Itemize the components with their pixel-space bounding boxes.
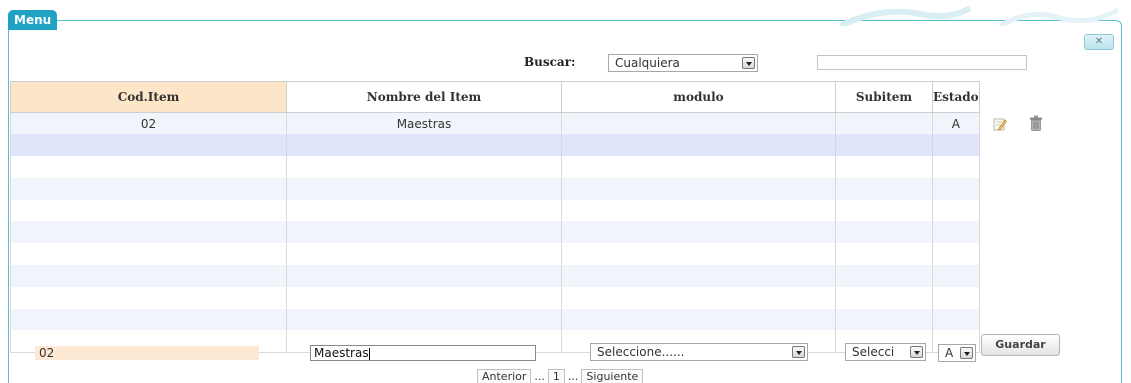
table-header-row: Cod.Item Nombre del Item modulo Subitem … [10, 81, 980, 113]
search-label: Buscar: [524, 55, 576, 69]
pagination: Anterior ... 1 ... Siguiente [477, 368, 644, 383]
table-row-empty [10, 265, 980, 287]
header-decoration [838, 6, 1120, 26]
trash-icon[interactable] [1029, 115, 1043, 131]
estado-select[interactable]: A [938, 344, 976, 362]
table-row-empty [10, 286, 980, 309]
cell-cod: 02 [10, 112, 287, 135]
prev-page-button[interactable]: Anterior [477, 368, 532, 383]
subitem-select-value: Selecci [852, 345, 895, 359]
column-header-subitem[interactable]: Subitem [835, 81, 933, 113]
estado-select-value: A [945, 346, 954, 360]
chevron-down-icon [792, 346, 805, 358]
column-header-cod-item[interactable]: Cod.Item [10, 81, 287, 113]
table-row-empty [10, 156, 980, 178]
table-row[interactable]: 02 Maestras A [10, 112, 980, 135]
page-number-button[interactable]: 1 [547, 368, 565, 383]
row-actions [993, 115, 1053, 133]
panel-title: Menu [8, 10, 58, 30]
edit-icon[interactable] [993, 117, 1007, 131]
modulo-select-value: Seleccione...... [597, 345, 685, 359]
cell-subitem [835, 112, 933, 135]
close-button[interactable]: ✕ [1084, 34, 1114, 50]
cod-item-field[interactable]: 02 [35, 346, 259, 360]
chevron-down-icon [960, 347, 973, 359]
table-row-empty [10, 221, 980, 244]
search-field-value: Cualquiera [615, 56, 680, 70]
items-table: Cod.Item Nombre del Item modulo Subitem … [10, 81, 980, 353]
nombre-item-value: Maestras [314, 346, 369, 360]
nombre-item-input[interactable]: Maestras [310, 345, 536, 361]
table-row-empty [10, 177, 980, 200]
cell-modulo [561, 112, 836, 135]
save-button[interactable]: Guardar [981, 334, 1060, 356]
column-header-estado[interactable]: Estado [932, 81, 980, 113]
table-row-empty [10, 243, 980, 266]
cell-estado: A [932, 112, 980, 135]
chevron-down-icon [742, 57, 755, 69]
table-row-empty [10, 308, 980, 331]
next-page-button[interactable]: Siguiente [581, 368, 644, 383]
table-row-empty [10, 199, 980, 222]
subitem-select[interactable]: Selecci [845, 343, 926, 361]
table-row-empty [10, 134, 980, 157]
search-field-select[interactable]: Cualquiera [608, 54, 758, 72]
close-icon: ✕ [1094, 36, 1104, 47]
text-caret [368, 347, 370, 360]
pager-ellipsis: ... [534, 369, 545, 383]
column-header-modulo[interactable]: modulo [561, 81, 836, 113]
chevron-down-icon [910, 346, 923, 358]
search-input[interactable] [817, 55, 1027, 70]
pager-ellipsis: ... [567, 369, 579, 383]
modulo-select[interactable]: Seleccione...... [590, 343, 808, 361]
column-header-nombre[interactable]: Nombre del Item [286, 81, 562, 113]
cell-nombre: Maestras [286, 112, 562, 135]
